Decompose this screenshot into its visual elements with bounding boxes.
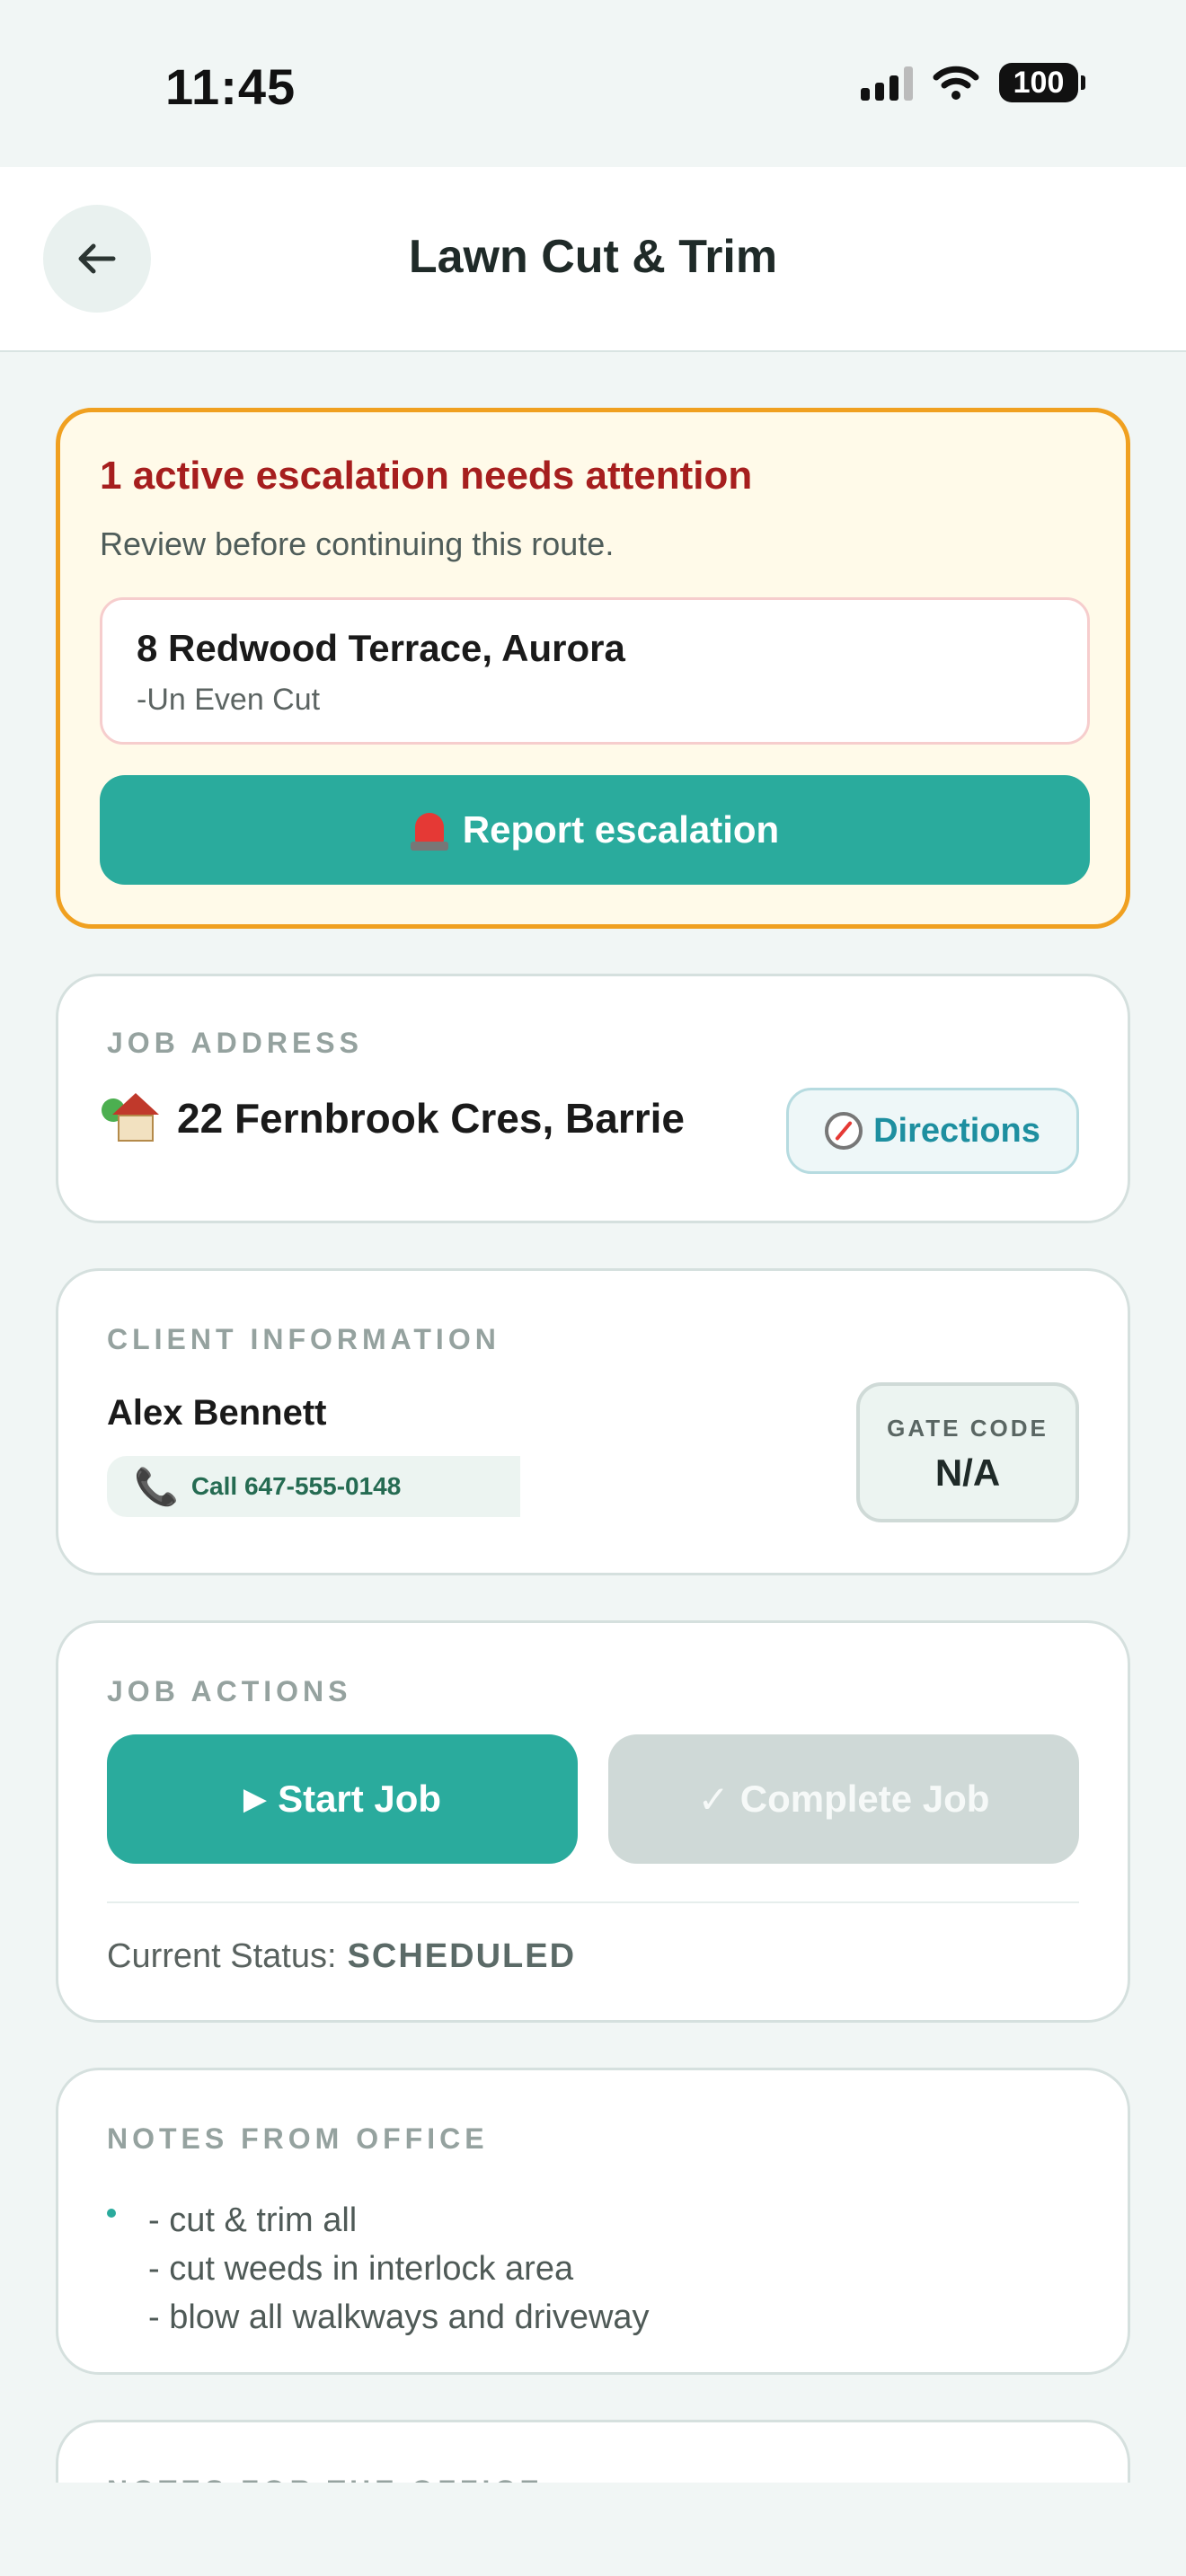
compass-icon	[825, 1112, 863, 1150]
status-bar: 11:45 100	[0, 0, 1186, 167]
check-icon: ✓	[697, 1777, 730, 1822]
battery-level: 100	[1013, 65, 1065, 100]
escalation-title: 1 active escalation needs attention	[100, 454, 753, 498]
status-icons: 100	[861, 63, 1085, 102]
escalation-item[interactable]: 8 Redwood Terrace, Aurora -Un Even Cut	[100, 597, 1090, 745]
bullet-icon	[107, 2209, 116, 2218]
directions-label: Directions	[873, 1111, 1040, 1150]
signal-icon	[861, 65, 913, 101]
start-job-button[interactable]: ▶ Start Job	[107, 1734, 578, 1864]
report-escalation-label: Report escalation	[462, 808, 780, 851]
notes-from-office-card: NOTES FROM OFFICE - cut & trim all - cut…	[56, 2068, 1130, 2375]
directions-button[interactable]: Directions	[786, 1088, 1079, 1174]
complete-job-label: Complete Job	[739, 1778, 990, 1820]
wifi-icon	[933, 66, 979, 100]
divider	[107, 1901, 1079, 1903]
complete-job-button[interactable]: ✓ Complete Job	[608, 1734, 1079, 1864]
status-time: 11:45	[165, 58, 296, 115]
job-address-text: 22 Fernbrook Cres, Barrie	[177, 1095, 686, 1142]
current-status-label: Current Status:	[107, 1937, 337, 1975]
job-address-card: JOB ADDRESS 22 Fernbrook Cres, Barrie Di…	[56, 974, 1130, 1223]
client-info-label: CLIENT INFORMATION	[107, 1323, 500, 1355]
start-job-label: Start Job	[278, 1778, 442, 1820]
note-line: - cut & trim all	[148, 2201, 358, 2239]
play-icon: ▶	[243, 1781, 268, 1817]
escalation-issue: -Un Even Cut	[137, 683, 321, 717]
note-line: - blow all walkways and driveway	[148, 2298, 650, 2336]
client-info-card: CLIENT INFORMATION Alex Bennett 📞 Call 6…	[56, 1268, 1130, 1575]
gate-code-box: GATE CODE N/A	[856, 1382, 1079, 1522]
page-title: Lawn Cut & Trim	[408, 231, 778, 283]
current-status-value: SCHEDULED	[347, 1937, 577, 1975]
current-status: Current Status: SCHEDULED	[107, 1937, 576, 1976]
top-header: Lawn Cut & Trim	[0, 167, 1186, 352]
phone-icon: 📞	[134, 1466, 179, 1508]
job-actions-card: JOB ACTIONS ▶ Start Job ✓ Complete Job C…	[56, 1620, 1130, 2023]
escalation-card: 1 active escalation needs attention Revi…	[56, 408, 1130, 929]
siren-icon	[410, 809, 448, 851]
job-actions-label: JOB ACTIONS	[107, 1675, 352, 1707]
escalation-subtitle: Review before continuing this route.	[100, 525, 615, 562]
note-line: - cut weeds in interlock area	[148, 2250, 574, 2288]
notes-from-office-label: NOTES FROM OFFICE	[107, 2122, 489, 2155]
client-name: Alex Bennett	[107, 1393, 327, 1433]
call-client-label: Call 647-555-0148	[190, 1472, 402, 1500]
gate-code-value: N/A	[934, 1451, 1001, 1494]
battery-icon: 100	[999, 63, 1085, 102]
call-client-button[interactable]: 📞 Call 647-555-0148	[107, 1456, 520, 1517]
escalation-address: 8 Redwood Terrace, Aurora	[137, 627, 625, 669]
notes-list: - cut & trim all - cut weeds in interloc…	[107, 2196, 650, 2342]
bottom-fade	[0, 2483, 1186, 2576]
house-icon	[102, 1093, 161, 1143]
job-address-label: JOB ADDRESS	[107, 1027, 363, 1059]
report-escalation-button[interactable]: Report escalation	[100, 775, 1090, 885]
job-address-row: 22 Fernbrook Cres, Barrie	[102, 1093, 686, 1143]
gate-code-label: GATE CODE	[887, 1415, 1049, 1442]
